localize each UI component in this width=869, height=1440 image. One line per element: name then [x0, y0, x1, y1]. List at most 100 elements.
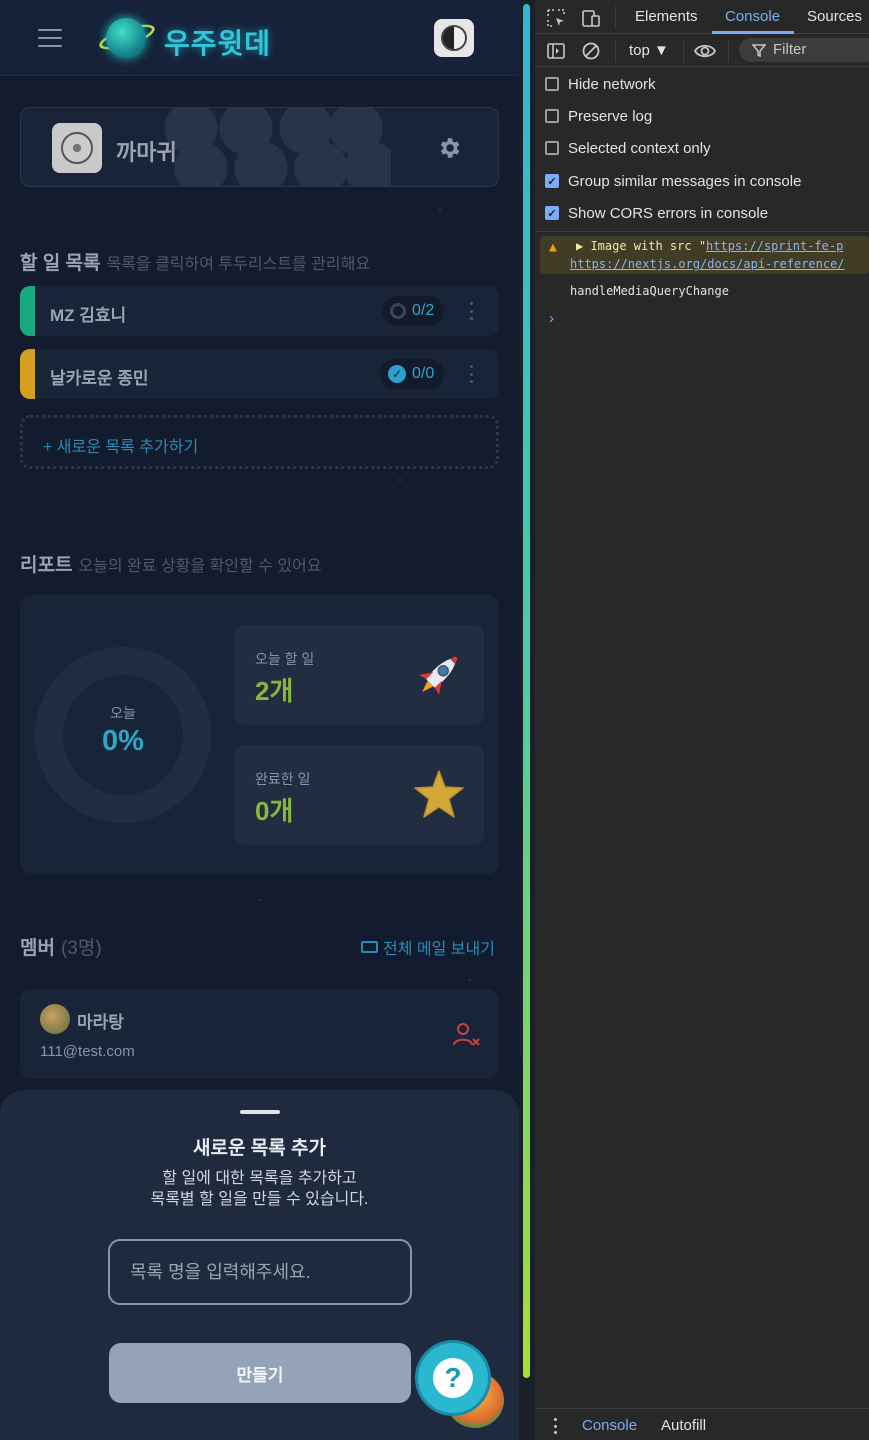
more-options-icon[interactable]	[468, 302, 474, 320]
progress-ring-icon	[390, 303, 406, 319]
report-section-title: 리포트 오늘의 완료 상황을 확인할 수 있어요	[20, 550, 321, 577]
team-name: 까마귀	[116, 140, 177, 165]
sheet-drag-handle[interactable]	[240, 1110, 280, 1114]
list-color-bar	[20, 349, 35, 399]
toolbar-divider	[683, 40, 684, 62]
question-icon: ?	[433, 1358, 473, 1398]
create-button[interactable]: 만들기	[109, 1343, 411, 1403]
progress-text: 0/2	[412, 302, 435, 319]
gear-icon[interactable]	[434, 133, 464, 163]
warning-docs-link[interactable]: https://nextjs.org/docs/api-reference/	[570, 257, 845, 271]
report-subtitle: 오늘의 완료 상황을 확인할 수 있어요	[78, 558, 322, 575]
profile-avatar[interactable]	[434, 19, 474, 57]
live-expression-eye-icon[interactable]	[693, 41, 717, 61]
setting-hide-network[interactable]: Hide network	[535, 68, 869, 100]
toolbar-divider	[615, 40, 616, 62]
inspect-element-icon[interactable]	[546, 8, 566, 28]
stat-value: 2개	[255, 676, 294, 706]
add-list-button[interactable]: + 새로운 목록 추가하기	[20, 415, 499, 469]
warning-link[interactable]: https://sprint-fe-p	[706, 239, 843, 253]
checkbox-checked[interactable]: ✓	[545, 174, 559, 188]
drawer-tab-autofill[interactable]: Autofill	[661, 1417, 706, 1434]
console-toolbar: top ▼ Filter	[535, 34, 869, 67]
drawer-menu-icon[interactable]	[554, 1418, 558, 1434]
progress-badge: ✓ 0/0	[380, 359, 445, 389]
todo-subtitle: 목록을 클릭하여 투두리스트를 관리해요	[106, 256, 371, 273]
filter-funnel-icon	[752, 44, 766, 57]
progress-donut: 오늘 0%	[35, 647, 211, 823]
planet-icon	[106, 18, 146, 58]
todo-section-title: 할 일 목록 목록을 클릭하여 투두리스트를 관리해요	[20, 248, 370, 275]
remove-user-icon[interactable]	[451, 1020, 481, 1050]
send-all-mail-button[interactable]: 전체 메일 보내기	[361, 935, 495, 959]
setting-preserve-log[interactable]: Preserve log	[535, 100, 869, 132]
stat-value: 0개	[255, 796, 294, 826]
list-item[interactable]: 날카로운 종민 ✓ 0/0	[20, 349, 499, 399]
sheet-desc-line: 할 일에 대한 목록을 추가하고	[162, 1170, 357, 1187]
seal-icon	[61, 132, 93, 164]
completed-task-stat: 완료한 일 0개	[235, 745, 484, 845]
report-title: 리포트	[20, 555, 73, 576]
sidebar-toggle-icon[interactable]	[546, 41, 566, 61]
devtools-panel: Elements Console Sources top ▼ Filter Hi…	[535, 0, 869, 1440]
checkbox[interactable]	[545, 141, 559, 155]
member-card: 마라탕 111@test.com	[20, 989, 499, 1079]
drawer-tab-bar: Console Autofill	[535, 1408, 869, 1440]
setting-selected-context-only[interactable]: Selected context only	[535, 132, 869, 164]
team-card: 까마귀	[20, 107, 499, 187]
warning-prefix: ▶ Image with src "	[576, 239, 707, 253]
add-list-label: + 새로운 목록 추가하기	[43, 439, 199, 456]
device-toolbar-icon[interactable]	[581, 8, 601, 28]
menu-icon[interactable]	[38, 29, 62, 47]
checkbox[interactable]	[545, 109, 559, 123]
console-warning-message[interactable]: ▲ ▶ Image with src "https://sprint-fe-p …	[540, 236, 869, 274]
logo-text: 우주윗데	[164, 27, 272, 60]
page-scrollbar[interactable]	[519, 0, 535, 1440]
send-all-mail-label: 전체 메일 보내기	[383, 941, 495, 958]
toolbar-divider	[728, 40, 729, 62]
list-color-bar	[20, 286, 35, 336]
console-prompt[interactable]: ›	[549, 310, 554, 327]
member-title: 멤버	[20, 938, 55, 959]
top-nav: 우주윗데	[0, 0, 519, 76]
list-name-input[interactable]	[108, 1239, 412, 1305]
progress-text: 0/0	[412, 365, 435, 382]
star-icon	[414, 770, 464, 818]
help-button[interactable]: ?	[418, 1343, 488, 1413]
setting-label: Selected context only	[568, 139, 711, 157]
checkbox[interactable]	[545, 77, 559, 91]
cloud-decoration	[161, 108, 391, 186]
setting-label: Hide network	[568, 75, 656, 93]
filter-input[interactable]: Filter	[739, 38, 869, 62]
more-options-icon[interactable]	[468, 365, 474, 383]
console-log-message: handleMediaQueryChange	[570, 284, 729, 298]
setting-show-cors-errors[interactable]: ✓ Show CORS errors in console	[535, 197, 869, 229]
tab-elements[interactable]: Elements	[635, 8, 698, 25]
app-viewport: 우주윗데 까마귀 할 일 목록 목록을 클릭하여 투두리스트를 관리해요 MZ 김…	[0, 0, 519, 1440]
clear-console-icon[interactable]	[581, 41, 601, 61]
team-image	[52, 123, 102, 173]
stat-label: 오늘 할 일	[255, 651, 315, 667]
setting-group-similar[interactable]: ✓ Group similar messages in console	[535, 165, 869, 197]
check-circle-icon: ✓	[388, 365, 406, 383]
setting-label: Group similar messages in console	[568, 172, 802, 190]
filter-placeholder: Filter	[773, 41, 807, 58]
warning-text: ▶ Image with src "https://sprint-fe-p	[576, 239, 843, 253]
sheet-description: 할 일에 대한 목록을 추가하고 목록별 할 일을 만들 수 있습니다.	[0, 1168, 519, 1210]
list-item[interactable]: MZ 김효니 0/2	[20, 286, 499, 336]
today-task-stat: 오늘 할 일 2개	[235, 625, 484, 725]
progress-badge: 0/2	[382, 296, 445, 326]
donut-percent: 0%	[102, 725, 144, 757]
setting-label: Preserve log	[568, 107, 653, 125]
member-name: 마라탕	[77, 1013, 124, 1032]
member-avatar	[40, 1004, 70, 1034]
logo[interactable]: 우주윗데	[96, 14, 282, 62]
tab-console[interactable]: Console	[725, 8, 780, 25]
devtools-tab-bar: Elements Console Sources	[535, 0, 869, 34]
warning-triangle-icon: ▲	[549, 240, 557, 255]
drawer-tab-console[interactable]: Console	[582, 1417, 637, 1434]
checkbox-checked[interactable]: ✓	[545, 206, 559, 220]
context-selector[interactable]: top ▼	[629, 42, 669, 59]
scrollbar-thumb[interactable]	[523, 4, 530, 1378]
tab-sources[interactable]: Sources	[807, 8, 862, 25]
